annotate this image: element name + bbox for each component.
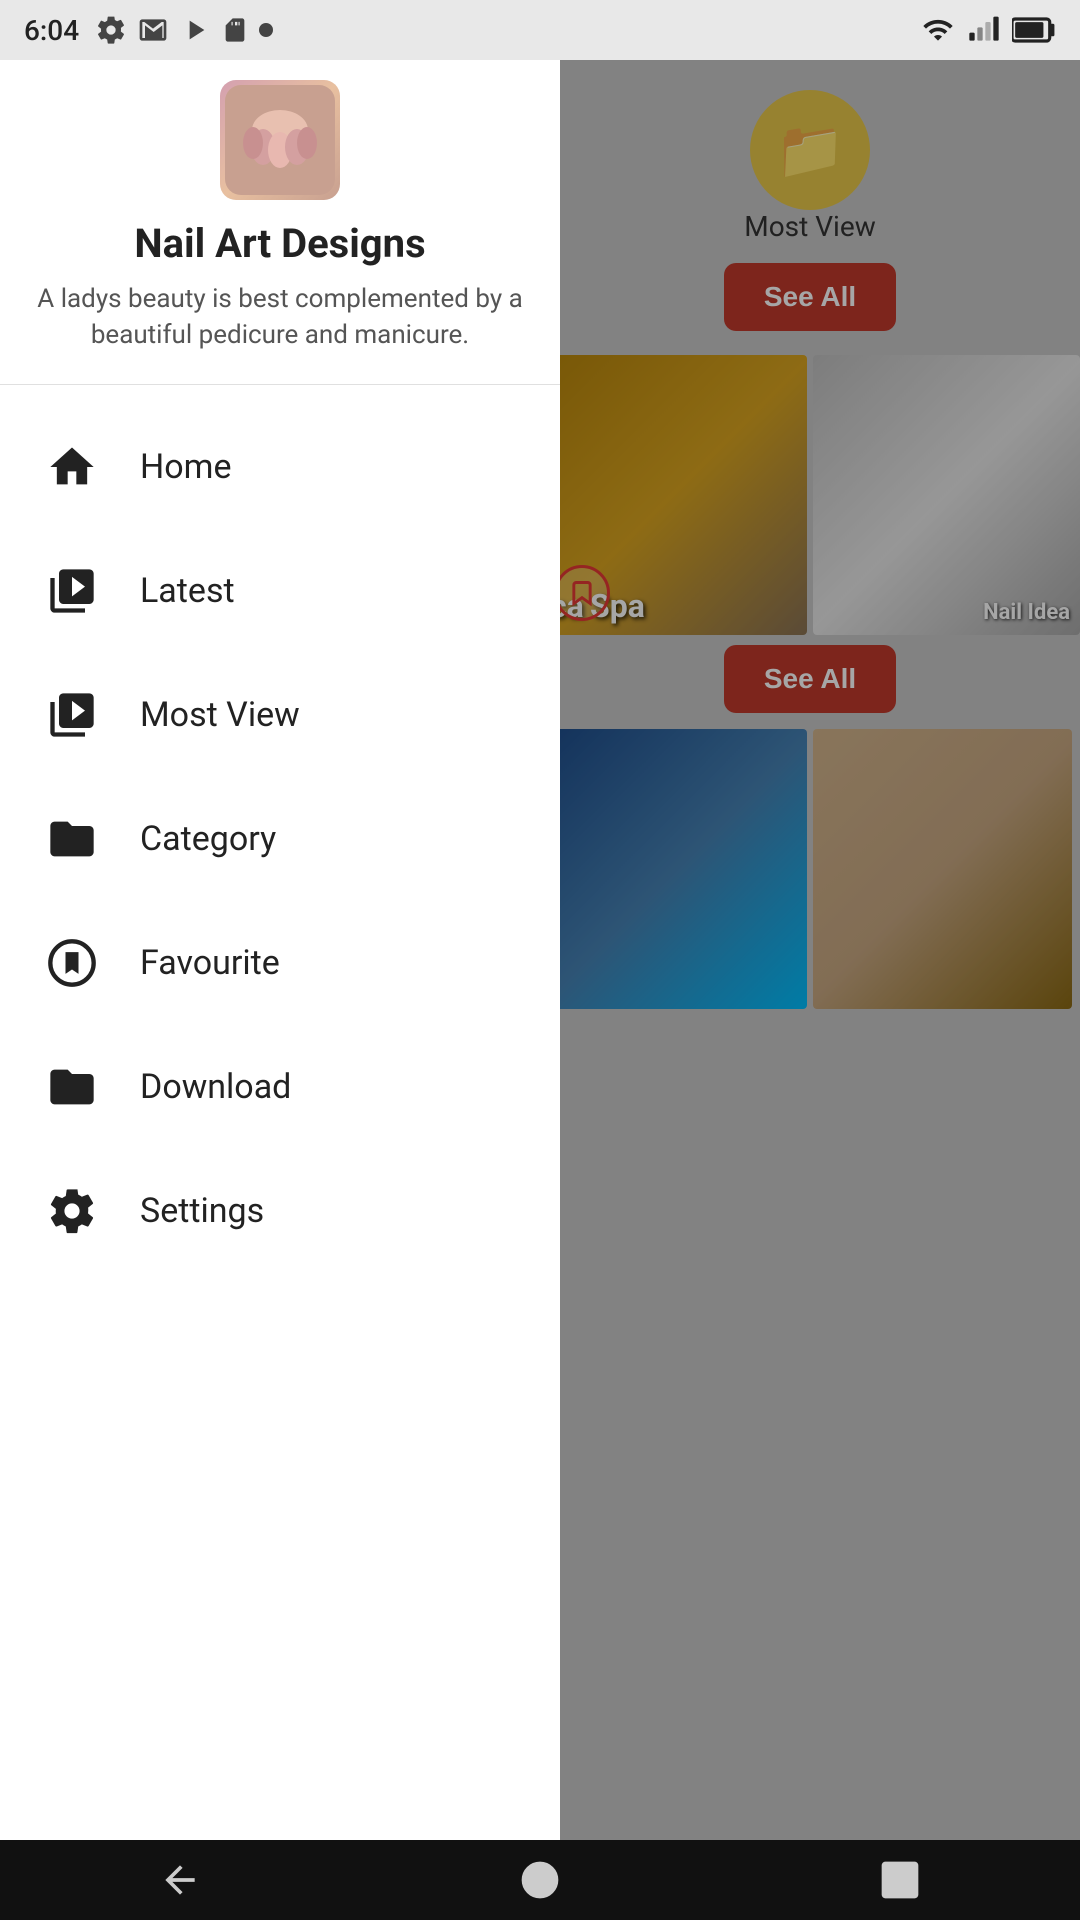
nav-list: Home Latest Most View Category: [0, 385, 560, 1920]
drawer-overlay[interactable]: [540, 60, 1080, 1840]
wifi-icon: [920, 14, 956, 46]
latest-icon: [40, 559, 104, 623]
status-time: 6:04: [24, 14, 79, 47]
gear-icon: [95, 14, 127, 46]
status-icons-left: [95, 14, 273, 46]
nav-item-category[interactable]: Category: [0, 777, 560, 901]
nav-label-category: Category: [140, 819, 276, 859]
nav-label-download: Download: [140, 1067, 291, 1107]
app-description: A ladys beauty is best complemented by a…: [30, 281, 530, 354]
recents-button[interactable]: [860, 1850, 940, 1910]
status-bar: 6:04: [0, 0, 1080, 60]
back-button[interactable]: [140, 1850, 220, 1910]
home-button[interactable]: [500, 1850, 580, 1910]
app-title: Nail Art Designs: [134, 220, 425, 267]
nav-label-settings: Settings: [140, 1191, 264, 1231]
app-logo-image: [225, 85, 335, 195]
nav-item-download[interactable]: Download: [0, 1025, 560, 1149]
battery-icon: [1012, 14, 1056, 46]
favourite-icon: [40, 931, 104, 995]
nav-item-home[interactable]: Home: [0, 405, 560, 529]
nav-label-favourite: Favourite: [140, 943, 280, 983]
status-bar-left: 6:04: [24, 14, 273, 47]
download-icon: [40, 1055, 104, 1119]
nav-item-most-view[interactable]: Most View: [0, 653, 560, 777]
nav-item-settings[interactable]: Settings: [0, 1149, 560, 1273]
bottom-navigation: [0, 1840, 1080, 1920]
nav-item-favourite[interactable]: Favourite: [0, 901, 560, 1025]
sd-card-icon: [221, 14, 249, 46]
most-view-icon: [40, 683, 104, 747]
nav-label-home: Home: [140, 447, 232, 487]
home-icon: [40, 435, 104, 499]
category-icon: [40, 807, 104, 871]
nav-label-latest: Latest: [140, 571, 235, 611]
app-logo: [220, 80, 340, 200]
notification-dot: [259, 23, 273, 37]
signal-icon: [968, 14, 1000, 46]
status-bar-right: [920, 14, 1056, 46]
gmail-icon: [137, 14, 169, 46]
nav-label-most-view: Most View: [140, 695, 300, 735]
play-store-icon: [179, 14, 211, 46]
nav-item-latest[interactable]: Latest: [0, 529, 560, 653]
settings-icon: [40, 1179, 104, 1243]
navigation-drawer: Nail Art Designs A ladys beauty is best …: [0, 0, 560, 1920]
